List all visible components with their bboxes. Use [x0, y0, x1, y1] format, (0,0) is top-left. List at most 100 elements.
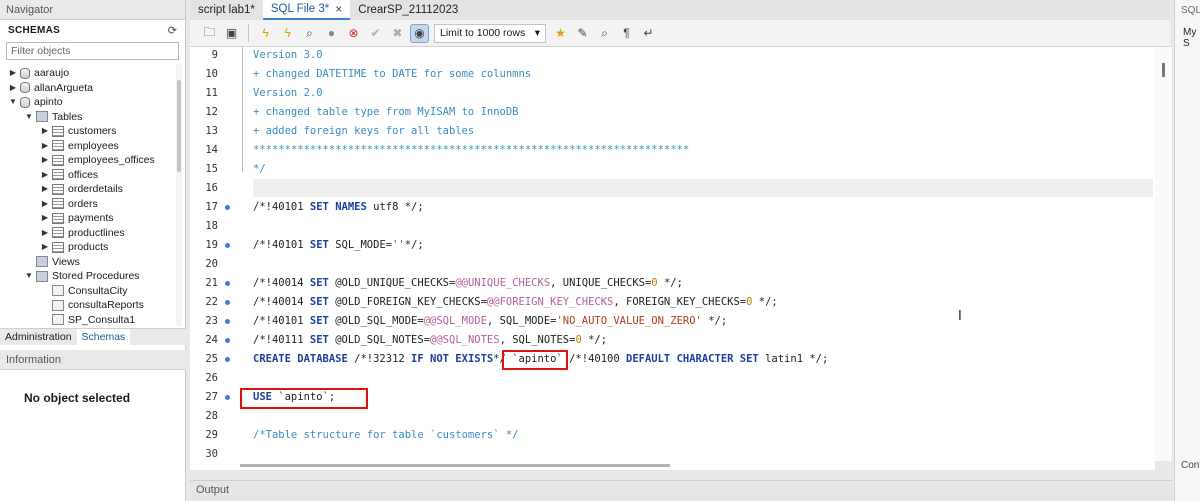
- code-text: /*!40101 SET @OLD_SQL_MODE=@@SQL_MODE, S…: [253, 312, 727, 330]
- tree-item-label: Views: [52, 255, 80, 268]
- editor-hscroll-thumb[interactable]: [240, 464, 670, 467]
- editor-vertical-scrollbar[interactable]: [1155, 47, 1172, 461]
- tree-scrollbar[interactable]: [176, 64, 182, 326]
- tree-item[interactable]: ▶ offices: [40, 168, 98, 182]
- tree-item[interactable]: ▼ Stored Procedures: [24, 269, 140, 283]
- add-snippet-icon[interactable]: ★: [551, 24, 570, 43]
- stop-icon[interactable]: ●: [322, 24, 341, 43]
- expand-right-icon[interactable]: ▶: [40, 197, 50, 211]
- expand-right-icon[interactable]: ▶: [40, 182, 50, 196]
- no-object-label: No object selected: [24, 391, 131, 405]
- editor-horizontal-scrollbar[interactable]: [190, 461, 1155, 470]
- tree-item[interactable]: SP_Consulta1: [40, 313, 135, 327]
- filter-input[interactable]: [11, 45, 161, 57]
- expand-right-icon[interactable]: ▶: [40, 211, 50, 225]
- toggle-error-icon[interactable]: ⊗: [344, 24, 363, 43]
- code-line: 16: [190, 179, 1155, 197]
- tree-scroll-thumb[interactable]: [177, 80, 181, 172]
- code-line: 12 + changed table type from MyISAM to In…: [190, 103, 1155, 121]
- line-number: 26: [205, 372, 218, 384]
- tree-item[interactable]: ▼ apinto: [8, 95, 63, 109]
- tab-administration[interactable]: Administration: [0, 329, 77, 345]
- schemas-label: SCHEMAS: [8, 24, 61, 36]
- tree-item[interactable]: ▶ employees: [40, 139, 119, 153]
- code-token: @OLD_SQL_MODE=: [328, 315, 424, 327]
- code-line: 30: [190, 445, 1155, 461]
- code-line: 18: [190, 217, 1155, 235]
- open-file-icon[interactable]: 🗀: [200, 24, 219, 43]
- line-number: 19: [205, 239, 218, 251]
- expand-right-icon[interactable]: ▶: [8, 81, 18, 95]
- rollback-icon[interactable]: ✖: [388, 24, 407, 43]
- expand-right-icon[interactable]: ▶: [40, 226, 50, 240]
- find-icon[interactable]: ⌕: [595, 24, 614, 43]
- editor-scroll-thumb[interactable]: [1162, 63, 1165, 77]
- expand-right-icon[interactable]: ▶: [40, 124, 50, 138]
- tree-item[interactable]: Views: [24, 255, 80, 269]
- table-icon: [52, 169, 64, 180]
- expand-down-icon[interactable]: ▼: [24, 269, 34, 283]
- expand-right-icon[interactable]: ▶: [40, 168, 50, 182]
- code-text: /*!40111 SET @OLD_SQL_NOTES=@@SQL_NOTES,…: [253, 331, 607, 349]
- invisible-chars-icon[interactable]: ¶: [617, 24, 636, 43]
- navigator-bottom-tabs: Administration Schemas: [0, 328, 186, 345]
- code-line: 25 CREATE DATABASE /*!32312 IF NOT EXISTS…: [190, 350, 1155, 368]
- output-panel-header[interactable]: Output: [190, 480, 1172, 501]
- expand-right-icon[interactable]: ▶: [8, 66, 18, 80]
- tab-crearsp[interactable]: CrearSP_21112023: [350, 0, 466, 20]
- beautify-icon[interactable]: ✎: [573, 24, 592, 43]
- limit-rows-select[interactable]: Limit to 1000 rows ▾: [434, 23, 546, 43]
- wrap-icon[interactable]: ↵: [639, 24, 658, 43]
- code-token: /*!40014: [253, 296, 310, 308]
- code-token: @@SQL_MODE: [423, 315, 487, 327]
- routine-icon: [52, 285, 64, 296]
- code-token: */;: [581, 334, 608, 346]
- line-number: 17: [205, 201, 218, 213]
- tree-item[interactable]: ▶ allanArgueta: [8, 81, 93, 95]
- expand-down-icon[interactable]: ▼: [8, 95, 18, 109]
- explain-icon[interactable]: ⌕: [300, 24, 319, 43]
- tree-item-label: orders: [68, 197, 98, 210]
- tab-script-lab1[interactable]: script lab1*: [190, 0, 263, 20]
- table-icon: [52, 241, 64, 253]
- schemas-header: SCHEMAS ⟳: [0, 20, 185, 40]
- expand-right-icon[interactable]: ▶: [40, 240, 50, 254]
- tree-item[interactable]: ▶ orders: [40, 197, 98, 211]
- execute-current-icon[interactable]: ϟ: [278, 24, 297, 43]
- tree-item[interactable]: ▶ customers: [40, 124, 117, 138]
- tree-item[interactable]: ▶ orderdetails: [40, 182, 123, 196]
- routine-icon: [52, 314, 64, 325]
- sql-toolbar: 🗀 ▣ ϟ ϟ ⌕ ● ⊗ ✔ ✖ ◉ Limit to 1000 rows ▾…: [190, 20, 1170, 47]
- tree-item[interactable]: ▶ payments: [40, 211, 114, 225]
- tree-item[interactable]: ▶ products: [40, 240, 108, 254]
- expand-down-icon[interactable]: ▼: [24, 110, 34, 124]
- statement-marker-icon: [225, 300, 230, 305]
- autocommit-icon[interactable]: ◉: [410, 23, 429, 43]
- line-number: 28: [205, 410, 218, 422]
- save-icon[interactable]: ▣: [222, 24, 241, 43]
- tree-item[interactable]: ▼ Tables: [24, 110, 82, 124]
- expand-right-icon[interactable]: ▶: [40, 153, 50, 167]
- tree-item[interactable]: consultaReports: [40, 298, 144, 312]
- database-icon: [20, 82, 30, 93]
- tree-item-label: employees_offices: [68, 154, 155, 166]
- sql-editor[interactable]: 9 Version 3.0 10 + changed DATETIME to DATE…: [190, 47, 1172, 461]
- tree-item[interactable]: ▶ aaraujo: [8, 66, 69, 80]
- statement-marker-icon: [225, 243, 230, 248]
- close-icon[interactable]: ×: [335, 0, 342, 19]
- expand-right-icon[interactable]: ▶: [40, 139, 50, 153]
- statement-marker-icon: [225, 357, 230, 362]
- refresh-icon[interactable]: ⟳: [168, 24, 177, 37]
- execute-icon[interactable]: ϟ: [256, 24, 275, 43]
- right-panel-bottom-tab[interactable]: Cont: [1181, 460, 1200, 471]
- tree-item[interactable]: ▶ productlines: [40, 226, 125, 240]
- code-text: */: [253, 160, 266, 178]
- filter-box[interactable]: [6, 42, 179, 60]
- tab-schemas[interactable]: Schemas: [76, 329, 131, 345]
- right-panel-dropdown[interactable]: My S: [1183, 27, 1200, 49]
- tree-item[interactable]: ▶ employees_offices: [40, 153, 155, 167]
- line-number: 18: [205, 220, 218, 232]
- commit-icon[interactable]: ✔: [366, 24, 385, 43]
- tree-item[interactable]: ConsultaCity: [40, 284, 128, 298]
- tab-sql-file-3[interactable]: SQL File 3* ×: [262, 0, 351, 20]
